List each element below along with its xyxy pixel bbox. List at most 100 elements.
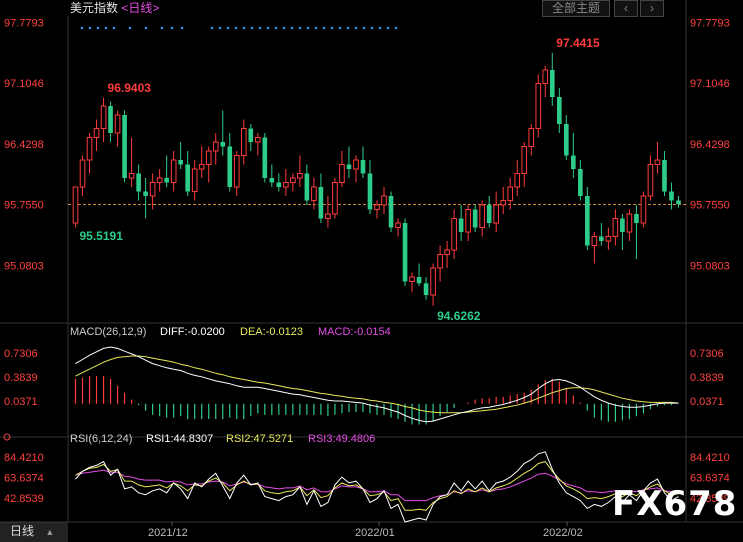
y-tick-label-left: 96.4298 bbox=[4, 139, 44, 151]
candle-body-down bbox=[304, 173, 310, 201]
candle-body-up bbox=[521, 146, 528, 174]
period-selector[interactable]: <日线> bbox=[121, 1, 159, 15]
candle-body-up bbox=[353, 159, 359, 170]
candle-body-down bbox=[578, 169, 583, 196]
candle-body-up bbox=[493, 204, 500, 224]
rsi3-value: RSI3:49.4806 bbox=[308, 433, 375, 445]
symbol-title: 美元指数 bbox=[70, 1, 119, 15]
event-dot bbox=[282, 26, 286, 30]
rsi-y-tick-right: 63.6374 bbox=[690, 473, 730, 485]
event-dot bbox=[112, 26, 116, 30]
candle-body-up bbox=[535, 83, 542, 129]
event-dot bbox=[378, 26, 382, 30]
candle-body-up bbox=[86, 137, 93, 161]
macd-label: MACD(26,12,9) bbox=[70, 326, 146, 338]
candle-body-down bbox=[669, 191, 674, 201]
watermark-logo: FX678 bbox=[612, 484, 738, 524]
candle-body-down bbox=[346, 164, 352, 169]
candle-body-up bbox=[409, 276, 415, 282]
candle-body-up bbox=[100, 105, 107, 129]
macd-diff-value: DIFF:-0.0200 bbox=[160, 326, 225, 338]
candle-body-down bbox=[276, 182, 282, 187]
event-dot bbox=[354, 26, 358, 30]
theme-button-label: 全部主题 bbox=[551, 1, 600, 15]
candle-body-up bbox=[254, 137, 261, 143]
candle-body-down bbox=[178, 160, 183, 165]
event-dot bbox=[180, 26, 184, 30]
macd-panel: 0.7306 0.7306 0.3839 0.3839 0.0371 0.0371 bbox=[4, 346, 724, 425]
rsi-label: RSI(6,12,24) bbox=[70, 433, 132, 445]
event-dot bbox=[314, 26, 318, 30]
x-axis-labels: 2021/12 2022/01 2022/02 bbox=[148, 522, 583, 539]
candle-body-down bbox=[563, 124, 569, 156]
event-dot bbox=[258, 26, 262, 30]
candle-body-down bbox=[248, 128, 254, 142]
event-dot bbox=[298, 26, 302, 30]
y-tick-label-left: 97.7793 bbox=[4, 17, 44, 29]
event-dot bbox=[250, 26, 254, 30]
event-dot bbox=[104, 26, 108, 30]
candle-body-down bbox=[367, 173, 373, 210]
candle-body-up bbox=[149, 182, 156, 197]
symbol-header: 美元指数 <日线> bbox=[70, 0, 159, 16]
candle-body-down bbox=[402, 223, 408, 282]
event-dot bbox=[234, 26, 238, 30]
candle-body-up bbox=[395, 222, 401, 228]
candle-body-up bbox=[72, 186, 79, 224]
macd-value: MACD:-0.0154 bbox=[318, 326, 391, 338]
rsi2-value: RSI2:47.5271 bbox=[226, 433, 293, 445]
candle-body-up bbox=[128, 173, 135, 179]
candle-body-up bbox=[654, 159, 661, 165]
candle-body-down bbox=[388, 196, 394, 228]
rsi-y-tick-left: 42.8539 bbox=[4, 493, 44, 505]
candle-body-down bbox=[620, 218, 625, 232]
candle-body-up bbox=[465, 209, 471, 233]
candle-body-up bbox=[542, 69, 549, 84]
candle-body-up bbox=[514, 173, 521, 188]
macd-y-tick-left: 0.7306 bbox=[4, 348, 38, 360]
chart-canvas[interactable]: 97.7793 97.7793 97.1046 97.1046 96.4298 96.42… bbox=[0, 0, 743, 541]
rsi1-line bbox=[75, 451, 679, 523]
candle-body-down bbox=[318, 187, 324, 219]
candle-body-up bbox=[311, 186, 317, 201]
event-dot bbox=[394, 26, 398, 30]
rsi1-value: RSI1:44.8307 bbox=[146, 433, 213, 445]
event-dots bbox=[80, 26, 398, 30]
candle-body-up bbox=[114, 114, 121, 134]
candle-body-up bbox=[507, 186, 514, 201]
theme-button[interactable]: 全部主题 bbox=[542, 0, 610, 17]
candle-body-up bbox=[591, 236, 598, 246]
event-dot bbox=[338, 26, 342, 30]
candle-body-up bbox=[444, 249, 450, 255]
x-tick-label: 2022/01 bbox=[355, 527, 395, 539]
x-tick-label: 2021/12 bbox=[148, 527, 188, 539]
candle-body-down bbox=[571, 155, 576, 169]
dropdown-arrow-icon: ▲ bbox=[45, 527, 55, 537]
candle-body-up bbox=[240, 128, 247, 156]
period-label: 日线 bbox=[128, 1, 153, 15]
candle-body-up bbox=[170, 159, 177, 183]
event-dot bbox=[322, 26, 326, 30]
candle-body-up bbox=[647, 164, 654, 197]
candle-body-down bbox=[458, 218, 464, 232]
candle-body-down bbox=[676, 200, 681, 205]
rsi-y-tick-right: 84.4210 bbox=[690, 452, 730, 464]
event-dot bbox=[128, 26, 132, 30]
chevron-left-icon: ‹ bbox=[624, 1, 628, 15]
candle-body-up bbox=[381, 195, 387, 206]
candle-body-up bbox=[156, 177, 163, 183]
candle-body-down bbox=[549, 70, 555, 97]
candle-body-down bbox=[227, 146, 233, 187]
nav-right-button[interactable]: › bbox=[640, 0, 664, 17]
event-dot bbox=[218, 26, 222, 30]
macd-y-tick-right: 0.7306 bbox=[690, 348, 724, 360]
macd-dea-value: DEA:-0.0123 bbox=[240, 326, 303, 338]
candle-body-down bbox=[662, 160, 667, 192]
nav-left-button[interactable]: ‹ bbox=[614, 0, 638, 17]
period-footer-button[interactable]: 日线 ▲ bbox=[0, 522, 68, 542]
y-tick-label-right: 95.7550 bbox=[690, 200, 730, 212]
candle-body-up bbox=[325, 213, 331, 219]
y-tick-label-left: 97.1046 bbox=[4, 78, 44, 90]
candle-body-up bbox=[332, 182, 338, 215]
event-dot bbox=[170, 26, 174, 30]
